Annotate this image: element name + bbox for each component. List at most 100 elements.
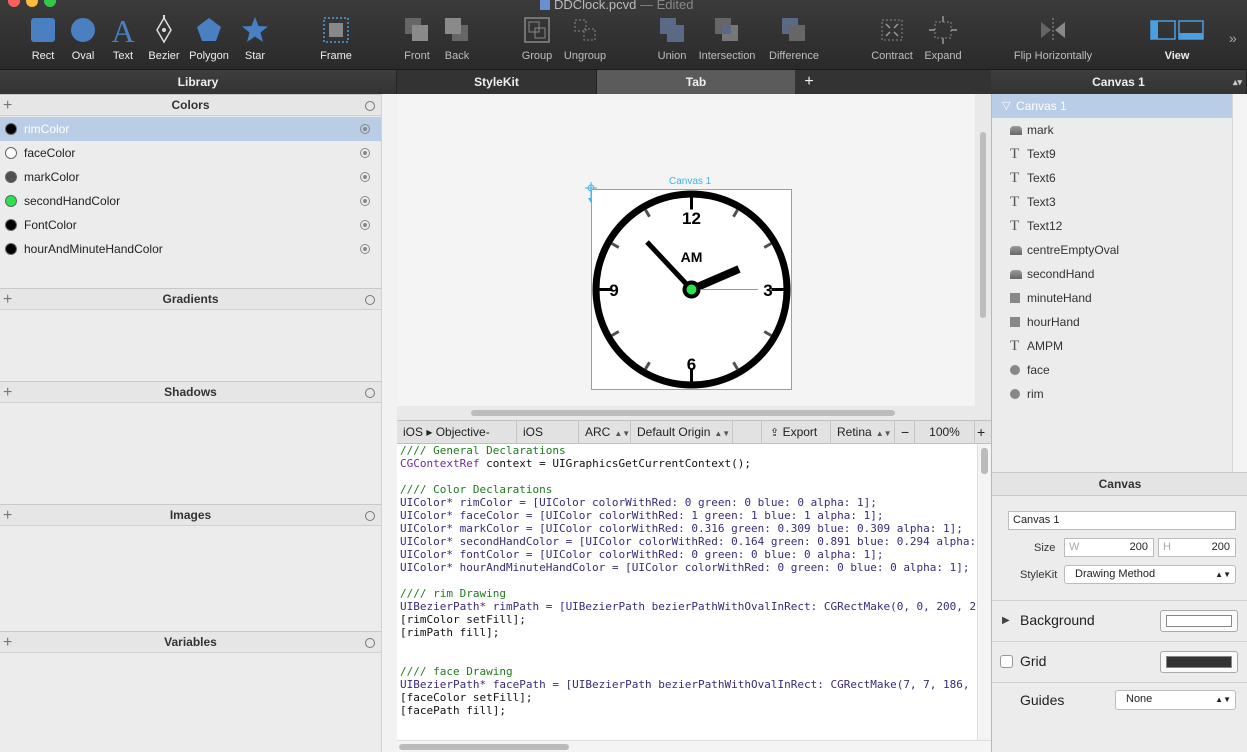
minimize-window-button[interactable]: [26, 0, 38, 7]
export-button[interactable]: ⇪ Export: [761, 421, 831, 444]
clock-number-3[interactable]: 3: [763, 281, 772, 300]
layer-item[interactable]: T AMPM: [992, 334, 1232, 358]
stylekit-select[interactable]: Drawing Method ▲▼: [1064, 565, 1236, 584]
code-horizontal-scrollbar[interactable]: [397, 740, 991, 752]
bezier-tool-button[interactable]: Bezier: [144, 14, 184, 62]
code-horizontal-thumb[interactable]: [399, 744, 569, 750]
background-label: Background: [1020, 612, 1095, 628]
layer-item[interactable]: centreEmptyOval: [992, 238, 1232, 262]
clock-number-9[interactable]: 9: [609, 281, 618, 300]
variables-options-icon[interactable]: [365, 638, 375, 648]
target-icon[interactable]: [360, 244, 370, 254]
canvas-frame[interactable]: 12 3 6 9 AM: [591, 189, 792, 390]
zoom-window-button[interactable]: [44, 0, 56, 7]
canvas-name-field[interactable]: Canvas 1: [1008, 511, 1236, 530]
target-icon[interactable]: [360, 196, 370, 206]
canvas-horizontal-scrollbar[interactable]: [471, 410, 895, 416]
code-vertical-thumb[interactable]: [981, 448, 988, 474]
contract-button[interactable]: Contract: [866, 14, 918, 62]
height-field[interactable]: H 200: [1158, 538, 1236, 557]
frame-tool-button[interactable]: Frame: [314, 14, 358, 62]
flip-horizontally-button[interactable]: Flip Horizontally: [1006, 14, 1100, 62]
canvas-area[interactable]: Canvas 1 12 3 6 9 AM: [397, 94, 991, 420]
disclosure-icon[interactable]: ▽: [1002, 94, 1010, 118]
background-disclosure-icon[interactable]: ▶: [1002, 615, 1010, 626]
layers-header-stepper-icon[interactable]: ▴▾: [1233, 70, 1242, 94]
clock-ampm[interactable]: AM: [681, 249, 703, 265]
color-item[interactable]: FontColor: [0, 213, 381, 237]
layer-item[interactable]: T Text3: [992, 190, 1232, 214]
grid-checkbox[interactable]: [1000, 655, 1013, 668]
layer-item[interactable]: T Text12: [992, 214, 1232, 238]
layer-item[interactable]: hourHand: [992, 310, 1232, 334]
color-swatch: [5, 243, 17, 255]
zoom-in-button[interactable]: +: [975, 421, 991, 444]
tab-stylekit[interactable]: StyleKit: [397, 70, 597, 94]
clock-number-6[interactable]: 6: [687, 355, 696, 374]
text-tool-button[interactable]: A Text: [104, 14, 142, 62]
group-button[interactable]: Group: [516, 14, 558, 62]
layer-list-scrollbar[interactable]: [1232, 94, 1247, 472]
difference-button[interactable]: Difference: [764, 14, 824, 62]
rect-tool-button[interactable]: Rect: [24, 14, 62, 62]
intersection-button[interactable]: Intersection: [694, 14, 760, 62]
language-selector[interactable]: iOS ▸ Objective-C▲▼: [397, 421, 517, 462]
layer-item[interactable]: mark: [992, 118, 1232, 142]
close-window-button[interactable]: [8, 0, 20, 7]
target-icon[interactable]: [360, 124, 370, 134]
grid-color-well[interactable]: [1160, 651, 1238, 673]
toolbar-overflow-button[interactable]: »: [1229, 30, 1237, 46]
layer-item[interactable]: face: [992, 358, 1232, 382]
shadows-options-icon[interactable]: [365, 388, 375, 398]
code-line: UIColor* hourAndMinuteHandColor = [UICol…: [400, 561, 970, 574]
colors-options-icon[interactable]: [365, 101, 375, 111]
color-item[interactable]: markColor: [0, 165, 381, 189]
star-tool-button[interactable]: Star: [236, 14, 274, 62]
clock-number-12[interactable]: 12: [682, 209, 701, 228]
layer-item[interactable]: secondHand: [992, 262, 1232, 286]
color-item[interactable]: rimColor: [0, 117, 381, 141]
oval-tool-button[interactable]: Oval: [64, 14, 102, 62]
flip-horizontally-label: Flip Horizontally: [1013, 50, 1093, 62]
width-field[interactable]: W 200: [1064, 538, 1154, 557]
add-gradient-button[interactable]: +: [3, 289, 12, 310]
resolution-selector[interactable]: Retina ▲▼: [831, 421, 895, 444]
code-view[interactable]: //// General Declarations CGContextRef c…: [397, 444, 977, 740]
polygon-tool-button[interactable]: Polygon: [186, 14, 232, 62]
front-button[interactable]: Front: [398, 14, 436, 62]
target-icon[interactable]: [360, 220, 370, 230]
add-variable-button[interactable]: +: [3, 632, 12, 653]
layer-item[interactable]: ▽ Canvas 1: [992, 94, 1232, 118]
layer-item[interactable]: minuteHand: [992, 286, 1232, 310]
target-icon[interactable]: [360, 172, 370, 182]
background-color-well[interactable]: [1160, 610, 1238, 632]
add-tab-button[interactable]: +: [795, 70, 823, 94]
layer-item[interactable]: rim: [992, 382, 1232, 406]
ungroup-button[interactable]: Ungroup: [560, 14, 610, 62]
add-color-button[interactable]: +: [3, 95, 12, 116]
layer-item[interactable]: T Text6: [992, 166, 1232, 190]
gradients-options-icon[interactable]: [365, 295, 375, 305]
back-button[interactable]: Back: [438, 14, 476, 62]
memory-selector[interactable]: ARC ▲▼: [579, 421, 631, 444]
add-shadow-button[interactable]: +: [3, 382, 12, 403]
color-item[interactable]: hourAndMinuteHandColor: [0, 237, 381, 261]
code-line: CGContextRef context = UIGraphicsGetCurr…: [400, 457, 751, 470]
tab-tab[interactable]: Tab: [597, 70, 795, 94]
union-button[interactable]: Union: [652, 14, 692, 62]
deployment-target-selector[interactable]: iOS 7+▲▼: [517, 421, 579, 462]
add-image-button[interactable]: +: [3, 505, 12, 526]
layer-item[interactable]: T Text9: [992, 142, 1232, 166]
view-button[interactable]: View: [1148, 14, 1206, 62]
zoom-out-button[interactable]: −: [895, 421, 915, 444]
expand-button[interactable]: Expand: [918, 14, 968, 62]
origin-selector[interactable]: Default Origin ▲▼: [631, 421, 733, 444]
library-scrollbar[interactable]: [381, 94, 397, 752]
images-options-icon[interactable]: [365, 511, 375, 521]
target-icon[interactable]: [360, 148, 370, 158]
code-vertical-scrollbar[interactable]: [977, 444, 991, 740]
canvas-vertical-scrollbar[interactable]: [980, 132, 986, 318]
guides-select[interactable]: None ▲▼: [1115, 690, 1236, 710]
color-item[interactable]: secondHandColor: [0, 189, 381, 213]
color-item[interactable]: faceColor: [0, 141, 381, 165]
